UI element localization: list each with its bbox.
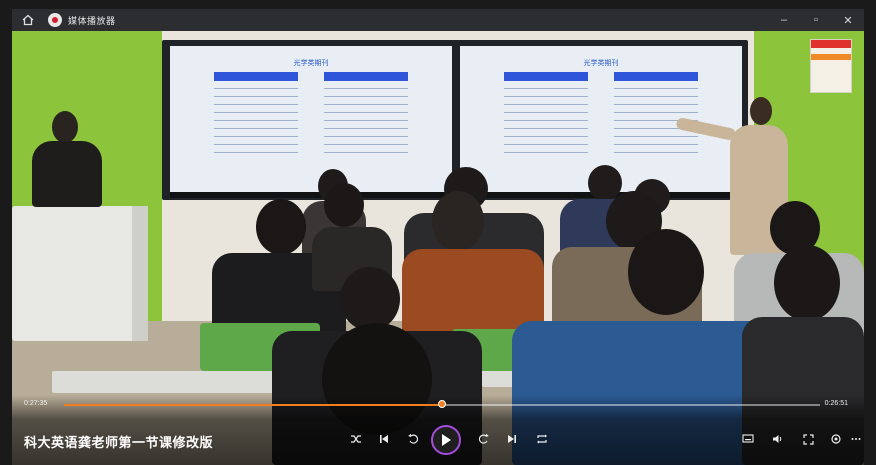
fullscreen-icon[interactable] xyxy=(798,429,818,449)
settings-icon[interactable] xyxy=(826,429,846,449)
playback-controls: 0:27:35 0:26:51 科大英语龚老师第一节课修改版 xyxy=(12,395,864,465)
podium xyxy=(12,206,144,341)
rewind-icon[interactable] xyxy=(403,429,423,449)
slide-screen-left: 光学类期刊 xyxy=(170,46,452,192)
maximize-icon[interactable]: ▫ xyxy=(810,14,822,26)
wall-notice xyxy=(810,39,852,93)
subtitle-icon[interactable] xyxy=(738,429,758,449)
progress-handle[interactable] xyxy=(438,400,446,408)
slide-title: 光学类期刊 xyxy=(293,60,329,67)
window-controls: – ▫ ✕ xyxy=(778,14,854,27)
home-icon[interactable] xyxy=(20,12,36,28)
slide-title: 光学类期刊 xyxy=(583,60,619,67)
close-icon[interactable]: ✕ xyxy=(842,14,854,27)
forward-icon[interactable] xyxy=(474,429,494,449)
play-icon xyxy=(442,434,451,446)
minimize-icon[interactable]: – xyxy=(778,14,790,26)
more-icon[interactable] xyxy=(850,429,862,449)
progress-fill xyxy=(64,404,442,406)
app-logo-icon xyxy=(48,13,62,27)
app-title: 媒体播放器 xyxy=(68,15,116,26)
play-button[interactable] xyxy=(431,425,461,455)
title-bar: 媒体播放器 – ▫ ✕ xyxy=(12,9,864,31)
shuffle-icon[interactable] xyxy=(346,429,366,449)
media-player: 媒体播放器 – ▫ ✕ 光学类期刊 光学类期刊 0:27:35 0:26:51 … xyxy=(0,0,876,465)
progress-bar[interactable] xyxy=(64,400,820,408)
next-icon[interactable] xyxy=(502,429,522,449)
current-time: 0:27:35 xyxy=(24,400,48,407)
video-title: 科大英语龚老师第一节课修改版 xyxy=(24,435,214,450)
volume-icon[interactable] xyxy=(768,429,788,449)
repeat-icon[interactable] xyxy=(532,429,552,449)
previous-icon[interactable] xyxy=(374,429,394,449)
total-time: 0:26:51 xyxy=(824,400,848,407)
